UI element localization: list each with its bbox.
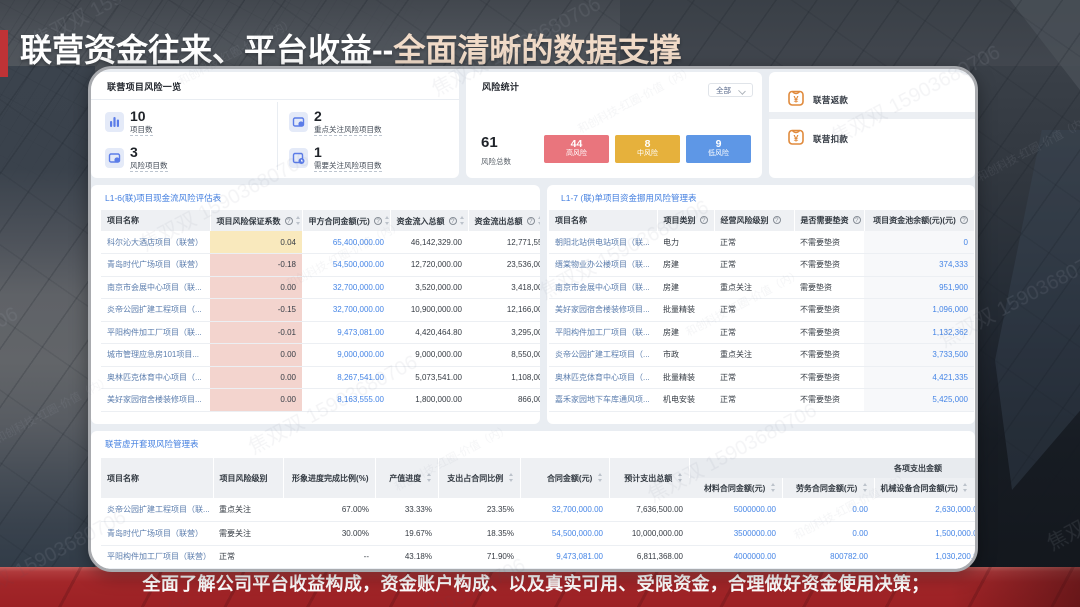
svg-text:¥: ¥ xyxy=(793,95,798,105)
svg-text:¥: ¥ xyxy=(793,134,798,144)
